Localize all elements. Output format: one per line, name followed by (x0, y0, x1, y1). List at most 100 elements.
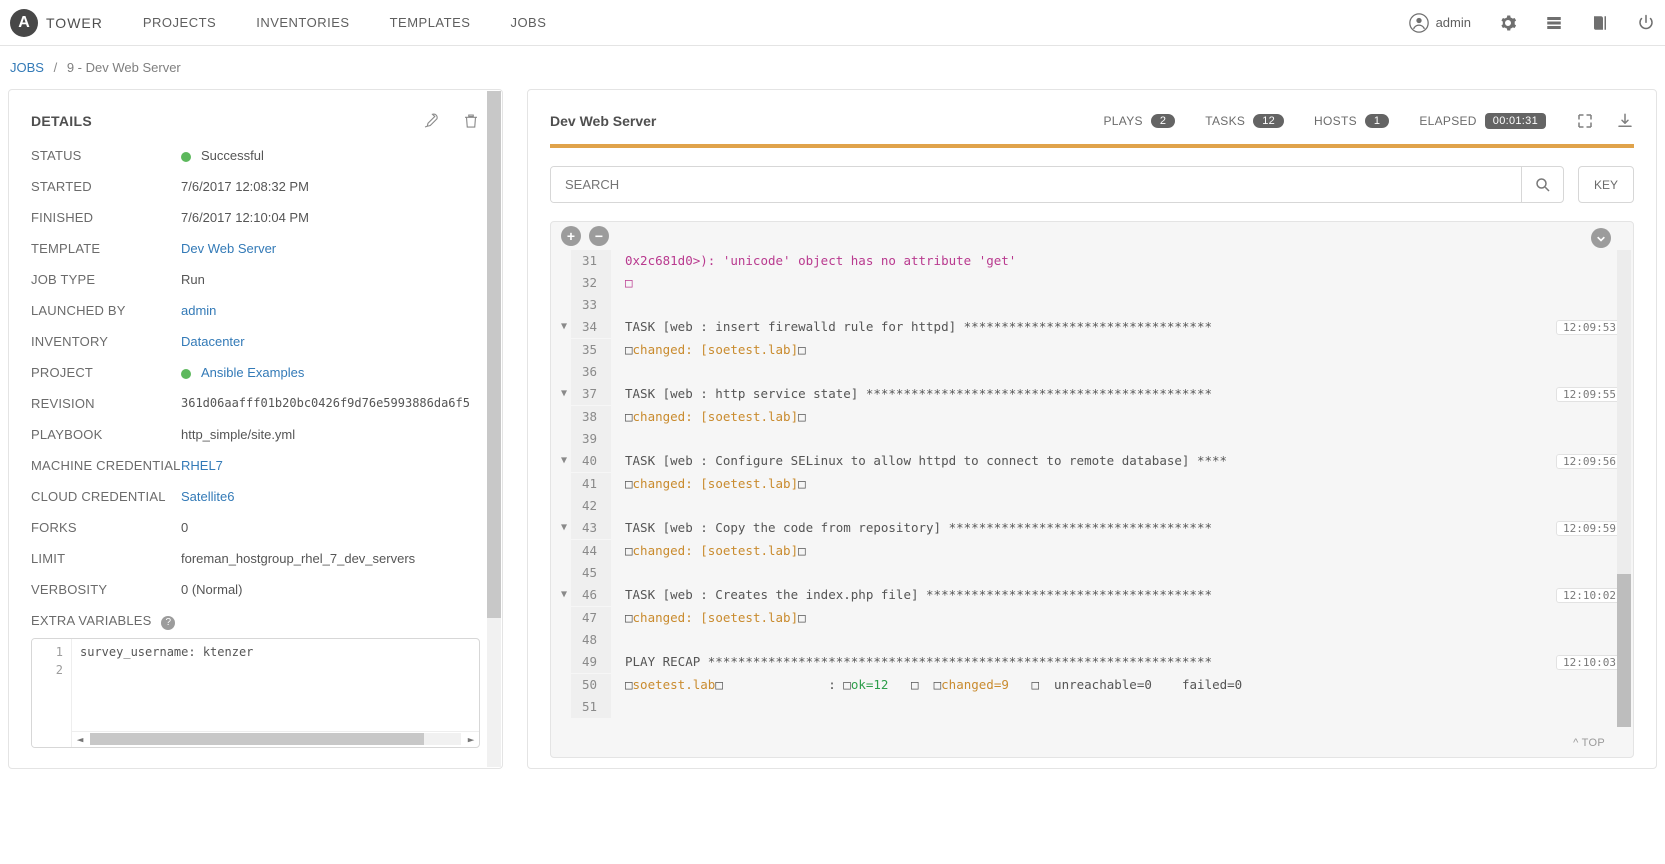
line-text (611, 361, 1543, 383)
search-box (550, 166, 1564, 203)
relaunch-icon[interactable] (422, 112, 440, 130)
nav-inventories[interactable]: INVENTORIES (256, 15, 349, 30)
line-number: 45 (571, 562, 611, 584)
line-chevron-icon[interactable]: ▼ (551, 383, 571, 405)
label-launched-by: LAUNCHED BY (31, 303, 181, 318)
line-chevron-icon[interactable]: ▼ (551, 584, 571, 606)
line-text: □changed: [soetest.lab]□ (611, 540, 1543, 562)
label-limit: LIMIT (31, 551, 181, 566)
label-playbook: PLAYBOOK (31, 427, 181, 442)
docs-icon[interactable] (1591, 14, 1609, 32)
console-line[interactable]: ▼40TASK [web : Configure SELinux to allo… (551, 450, 1633, 473)
console-body[interactable]: 310x2c681d0>): 'unicode' object has no a… (551, 222, 1633, 757)
line-number: 33 (571, 294, 611, 316)
value-project: Ansible Examples (181, 365, 480, 380)
line-text: □changed: [soetest.lab]□ (611, 339, 1543, 361)
value-inventory[interactable]: Datacenter (181, 334, 245, 349)
nav-jobs[interactable]: JOBS (510, 15, 546, 30)
label-started: STARTED (31, 179, 181, 194)
nav-projects[interactable]: PROJECTS (143, 15, 216, 30)
console-line[interactable]: 49PLAY RECAP ***************************… (551, 651, 1633, 674)
value-cloud-cred[interactable]: Satellite6 (181, 489, 234, 504)
console-line[interactable]: 36 (551, 361, 1633, 383)
delete-icon[interactable] (462, 112, 480, 130)
value-project-link[interactable]: Ansible Examples (201, 365, 304, 380)
console-line[interactable]: ▼43TASK [web : Copy the code from reposi… (551, 517, 1633, 540)
console-line[interactable]: ▼46TASK [web : Creates the index.php fil… (551, 584, 1633, 607)
help-icon[interactable]: ? (161, 616, 175, 630)
line-chevron-icon[interactable]: ▼ (551, 517, 571, 539)
console-line[interactable]: 33 (551, 294, 1633, 316)
console-line[interactable]: 310x2c681d0>): 'unicode' object has no a… (551, 250, 1633, 272)
value-job-type: Run (181, 272, 480, 287)
scroll-bottom-button[interactable] (1591, 228, 1611, 248)
console-line[interactable]: 44□changed: [soetest.lab]□ (551, 540, 1633, 562)
line-text: □soetest.lab□ : □ok=12 □ □changed=9 □ un… (611, 674, 1543, 696)
crumb-sep: / (54, 60, 58, 75)
expand-icon[interactable] (1576, 112, 1594, 130)
power-icon[interactable] (1637, 14, 1655, 32)
line-text: □ (611, 272, 1543, 294)
console-line[interactable]: 35□changed: [soetest.lab]□ (551, 339, 1633, 361)
line-text (611, 294, 1543, 316)
line-number: 31 (571, 250, 611, 272)
user-menu[interactable]: admin (1409, 13, 1471, 33)
search-input[interactable] (551, 167, 1521, 202)
search-button[interactable] (1521, 167, 1563, 202)
console-line[interactable]: 32□ (551, 272, 1633, 294)
console-line[interactable]: 51 (551, 696, 1633, 718)
breadcrumb: JOBS / 9 - Dev Web Server (0, 46, 1665, 89)
console-line[interactable]: ▼37TASK [web : http service state] *****… (551, 383, 1633, 406)
collapse-all-button[interactable]: − (589, 226, 609, 246)
console-vscroll[interactable] (1617, 250, 1631, 727)
line-text: TASK [web : insert firewalld rule for ht… (611, 316, 1543, 338)
console-line[interactable]: 50□soetest.lab□ : □ok=12 □ □changed=9 □ … (551, 674, 1633, 696)
extra-vars-code: survey_username: ktenzer (72, 639, 479, 689)
extra-vars-editor[interactable]: 1 2 survey_username: ktenzer ◄► (31, 638, 480, 748)
key-button[interactable]: KEY (1578, 166, 1634, 203)
brand[interactable]: A TOWER (10, 9, 103, 37)
value-machine-cred[interactable]: RHEL7 (181, 458, 223, 473)
console-line[interactable]: 47□changed: [soetest.lab]□ (551, 607, 1633, 629)
details-title: DETAILS (31, 113, 92, 129)
portal-icon[interactable] (1545, 14, 1563, 32)
gear-icon[interactable] (1499, 14, 1517, 32)
label-forks: FORKS (31, 520, 181, 535)
user-icon (1409, 13, 1429, 33)
line-chevron-icon[interactable]: ▼ (551, 450, 571, 472)
console-line[interactable]: 38□changed: [soetest.lab]□ (551, 406, 1633, 428)
line-number: 35 (571, 339, 611, 361)
line-number: 36 (571, 361, 611, 383)
crumb-jobs[interactable]: JOBS (10, 60, 44, 75)
line-number: 48 (571, 629, 611, 651)
value-started: 7/6/2017 12:08:32 PM (181, 179, 480, 194)
expand-all-button[interactable]: + (561, 226, 581, 246)
console-line[interactable]: 41□changed: [soetest.lab]□ (551, 473, 1633, 495)
line-number: 32 (571, 272, 611, 294)
console-line[interactable]: 45 (551, 562, 1633, 584)
value-launched-by[interactable]: admin (181, 303, 216, 318)
line-text: TASK [web : Creates the index.php file] … (611, 584, 1543, 606)
value-verbosity: 0 (Normal) (181, 582, 480, 597)
line-chevron-icon[interactable]: ▼ (551, 316, 571, 338)
line-text (611, 428, 1543, 450)
extra-vars-hscroll[interactable]: ◄► (72, 731, 479, 747)
top-link[interactable]: ^ TOP (1573, 737, 1605, 749)
label-job-type: JOB TYPE (31, 272, 181, 287)
output-panel: Dev Web Server PLAYS2 TASKS12 HOSTS1 ELA… (527, 89, 1657, 769)
nav-templates[interactable]: TEMPLATES (390, 15, 471, 30)
console-line[interactable]: ▼34TASK [web : insert firewalld rule for… (551, 316, 1633, 339)
console-line[interactable]: 39 (551, 428, 1633, 450)
line-number: 40 (571, 450, 611, 472)
line-text: □changed: [soetest.lab]□ (611, 406, 1543, 428)
value-status: Successful (181, 148, 480, 163)
details-vscroll[interactable] (487, 91, 501, 767)
console-line[interactable]: 42 (551, 495, 1633, 517)
topbar: A TOWER PROJECTS INVENTORIES TEMPLATES J… (0, 0, 1665, 46)
line-text (611, 629, 1543, 651)
label-project: PROJECT (31, 365, 181, 380)
console-line[interactable]: 48 (551, 629, 1633, 651)
download-icon[interactable] (1616, 112, 1634, 130)
value-template[interactable]: Dev Web Server (181, 241, 276, 256)
details-panel-wrap: DETAILS STATUS Successful STARTED 7/6/20… (8, 89, 503, 769)
